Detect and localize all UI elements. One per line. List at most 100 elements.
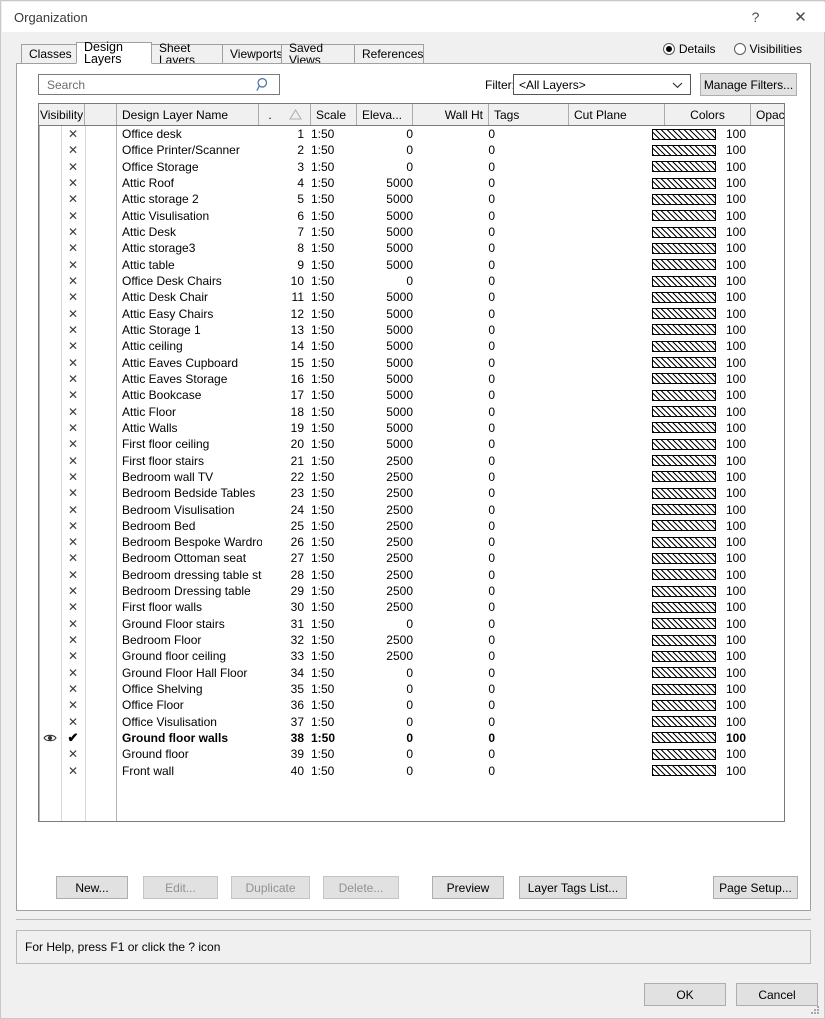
color-swatch[interactable]: [645, 403, 723, 419]
x-mark-icon[interactable]: ✕: [61, 616, 85, 632]
table-row[interactable]: ✕ Bedroom Floor 32 1:50 2500 0 100: [39, 632, 784, 648]
visibility-cell[interactable]: [39, 289, 61, 305]
visibility-cell[interactable]: [39, 159, 61, 175]
sort-ascending-triangle-icon[interactable]: [281, 104, 311, 125]
visibility-cell[interactable]: [39, 697, 61, 713]
visibility-cell[interactable]: [39, 371, 61, 387]
table-row[interactable]: ✕ Bedroom wall TV 22 1:50 2500 0 100: [39, 469, 784, 485]
x-mark-icon[interactable]: ✕: [61, 126, 85, 142]
visibility-cell[interactable]: [39, 436, 61, 452]
layer-tags-list-button[interactable]: Layer Tags List...: [519, 876, 627, 899]
table-row[interactable]: ✕ Attic Bookcase 17 1:50 5000 0 100: [39, 387, 784, 403]
tab-sheet-layers[interactable]: Sheet Layers: [151, 42, 223, 66]
column-header-visibility[interactable]: Visibility: [39, 104, 85, 125]
visibility-cell[interactable]: [39, 632, 61, 648]
color-swatch[interactable]: [645, 208, 723, 224]
x-mark-icon[interactable]: ✕: [61, 224, 85, 240]
table-row[interactable]: ✕ Attic storage 2 5 1:50 5000 0 100: [39, 191, 784, 207]
color-swatch[interactable]: [645, 240, 723, 256]
column-header-scale[interactable]: Scale: [311, 104, 357, 125]
manage-filters-button[interactable]: Manage Filters...: [700, 73, 797, 96]
color-swatch[interactable]: [645, 501, 723, 517]
table-row[interactable]: ✕ Office Storage 3 1:50 0 0 100: [39, 159, 784, 175]
color-swatch[interactable]: [645, 714, 723, 730]
x-mark-icon[interactable]: ✕: [61, 762, 85, 778]
tab-design-layers[interactable]: Design Layers: [76, 40, 152, 65]
visibility-cell[interactable]: [39, 403, 61, 419]
x-mark-icon[interactable]: ✕: [61, 583, 85, 599]
x-mark-icon[interactable]: ✕: [61, 518, 85, 534]
color-swatch[interactable]: [645, 534, 723, 550]
table-row[interactable]: ✕ Office Printer/Scanner 2 1:50 0 0 100: [39, 142, 784, 158]
x-mark-icon[interactable]: ✕: [61, 665, 85, 681]
color-swatch[interactable]: [645, 616, 723, 632]
table-row[interactable]: ✕ Attic table 9 1:50 5000 0 100: [39, 257, 784, 273]
visibility-cell[interactable]: [39, 534, 61, 550]
column-header-[interactable]: .: [259, 104, 281, 125]
x-mark-icon[interactable]: ✕: [61, 599, 85, 615]
color-swatch[interactable]: [645, 257, 723, 273]
table-row[interactable]: ✕ Ground floor 39 1:50 0 0 100: [39, 746, 784, 762]
search-input[interactable]: [45, 75, 251, 94]
visibility-cell[interactable]: [39, 273, 61, 289]
visibility-cell[interactable]: [39, 501, 61, 517]
search-box[interactable]: [38, 74, 280, 95]
x-mark-icon[interactable]: ✕: [61, 240, 85, 256]
color-swatch[interactable]: [645, 746, 723, 762]
table-row[interactable]: ✕ Attic storage3 8 1:50 5000 0 100: [39, 240, 784, 256]
color-swatch[interactable]: [645, 518, 723, 534]
visibility-cell[interactable]: [39, 583, 61, 599]
table-row[interactable]: ✕ Office desk 1 1:50 0 0 100: [39, 126, 784, 142]
table-row[interactable]: ✕ Ground Floor Hall Floor 34 1:50 0 0 100: [39, 665, 784, 681]
table-row[interactable]: ✕ Attic Desk Chair 11 1:50 5000 0 100: [39, 289, 784, 305]
preview-button[interactable]: Preview: [432, 876, 504, 899]
x-mark-icon[interactable]: ✕: [61, 191, 85, 207]
eye-icon[interactable]: [39, 730, 61, 746]
color-swatch[interactable]: [645, 224, 723, 240]
visibility-cell[interactable]: [39, 518, 61, 534]
table-row[interactable]: ✕ Bedroom Dressing table 29 1:50 2500 0 100: [39, 583, 784, 599]
color-swatch[interactable]: [645, 142, 723, 158]
color-swatch[interactable]: [645, 436, 723, 452]
color-swatch[interactable]: [645, 159, 723, 175]
color-swatch[interactable]: [645, 420, 723, 436]
resize-grip[interactable]: [808, 1003, 820, 1015]
x-mark-icon[interactable]: ✕: [61, 175, 85, 191]
column-header-colors[interactable]: Colors: [665, 104, 751, 125]
color-swatch[interactable]: [645, 632, 723, 648]
filter-dropdown[interactable]: <All Layers>: [513, 74, 691, 95]
color-swatch[interactable]: [645, 126, 723, 142]
x-mark-icon[interactable]: ✕: [61, 697, 85, 713]
visibility-cell[interactable]: [39, 746, 61, 762]
table-row[interactable]: ✕ First floor stairs 21 1:50 2500 0 100: [39, 452, 784, 468]
color-swatch[interactable]: [645, 289, 723, 305]
column-header-cut-plane[interactable]: Cut Plane: [569, 104, 665, 125]
table-row[interactable]: ✕ Front wall 40 1:50 0 0 100: [39, 762, 784, 778]
color-swatch[interactable]: [645, 697, 723, 713]
visibility-cell[interactable]: [39, 681, 61, 697]
x-mark-icon[interactable]: ✕: [61, 273, 85, 289]
color-swatch[interactable]: [645, 550, 723, 566]
color-swatch[interactable]: [645, 681, 723, 697]
x-mark-icon[interactable]: ✕: [61, 257, 85, 273]
color-swatch[interactable]: [645, 322, 723, 338]
ok-button[interactable]: OK: [644, 983, 726, 1006]
visibility-cell[interactable]: [39, 387, 61, 403]
tab-viewports[interactable]: Viewports: [222, 44, 282, 63]
table-row[interactable]: ✕ Attic Storage 1 13 1:50 5000 0 100: [39, 322, 784, 338]
x-mark-icon[interactable]: ✕: [61, 208, 85, 224]
table-row[interactable]: ✕ Office Desk Chairs 10 1:50 0 0 100: [39, 273, 784, 289]
x-mark-icon[interactable]: ✕: [61, 452, 85, 468]
visibility-cell[interactable]: [39, 648, 61, 664]
column-header-eleva[interactable]: Eleva...: [357, 104, 413, 125]
visibility-cell[interactable]: [39, 550, 61, 566]
x-mark-icon[interactable]: ✕: [61, 746, 85, 762]
tab-references[interactable]: References: [354, 44, 424, 63]
color-swatch[interactable]: [645, 306, 723, 322]
color-swatch[interactable]: [645, 387, 723, 403]
table-row[interactable]: ✕ Ground Floor stairs 31 1:50 0 0 100: [39, 616, 784, 632]
column-header-opacity[interactable]: Opacity: [751, 104, 784, 125]
visibility-cell[interactable]: [39, 142, 61, 158]
x-mark-icon[interactable]: ✕: [61, 142, 85, 158]
tab-classes[interactable]: Classes: [21, 44, 77, 63]
